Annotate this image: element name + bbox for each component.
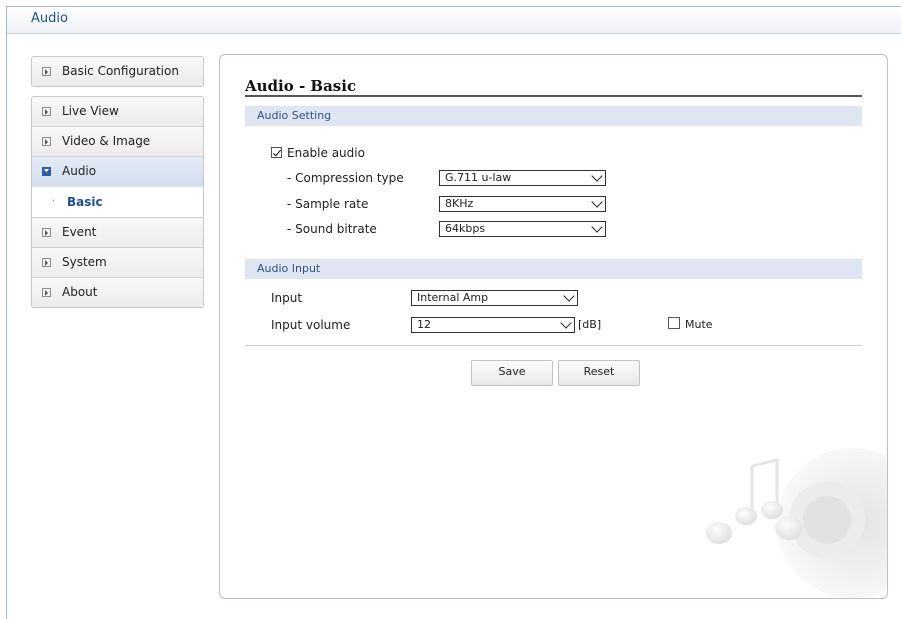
sidebar-item-about[interactable]: About [32, 277, 203, 307]
chevron-down-icon [563, 290, 575, 302]
page-title: Audio - Basic [245, 77, 357, 95]
section-header-audio-input: Audio Input [245, 259, 862, 279]
input-volume-label: Input volume [271, 318, 351, 332]
expand-icon [42, 137, 51, 146]
sound-bitrate-label: - Sound bitrate [287, 222, 377, 236]
expand-icon [42, 107, 51, 116]
compression-type-select[interactable]: G.711 u-law [439, 170, 606, 186]
audio-watermark-icon [706, 448, 887, 598]
sidebar-item-audio[interactable]: Audio [32, 156, 203, 186]
input-label: Input [271, 291, 303, 305]
chevron-down-icon [591, 170, 603, 182]
sidebar-item-label: Video & Image [62, 134, 151, 148]
sidebar-item-label: System [62, 255, 107, 269]
expand-icon [42, 67, 51, 76]
sample-rate-label: - Sample rate [287, 197, 369, 211]
input-volume-select[interactable]: 12 [411, 317, 575, 333]
nav-group-main: Live View Video & Image Audio · Basic Ev… [31, 96, 204, 308]
sidebar-subitem-basic[interactable]: · Basic [32, 186, 203, 217]
input-select[interactable]: Internal Amp [411, 290, 578, 306]
collapse-icon [42, 167, 51, 176]
content-panel: Audio - Basic Audio Setting Enable audio… [219, 54, 888, 599]
reset-button[interactable]: Reset [558, 360, 640, 386]
sidebar-item-basic-configuration[interactable]: Basic Configuration [32, 57, 203, 86]
enable-audio-checkbox[interactable] [271, 147, 282, 158]
sound-bitrate-select[interactable]: 64kbps [439, 221, 606, 237]
section-header-audio-setting: Audio Setting [245, 106, 862, 126]
enable-audio-label: Enable audio [287, 146, 365, 160]
sidebar-subitem-label: Basic [67, 195, 103, 209]
chevron-down-icon [591, 196, 603, 208]
expand-icon [42, 288, 51, 297]
nav-group-basic-config: Basic Configuration [31, 56, 204, 87]
volume-unit-label: [dB] [578, 318, 602, 331]
sidebar-item-label: Basic Configuration [62, 64, 179, 78]
section-divider [245, 345, 862, 346]
compression-type-value: G.711 u-law [445, 171, 512, 184]
sample-rate-select[interactable]: 8KHz [439, 196, 606, 212]
sidebar-item-label: About [62, 285, 98, 299]
expand-icon [42, 258, 51, 267]
sidebar-item-label: Audio [62, 164, 97, 178]
compression-type-label: - Compression type [287, 171, 404, 185]
title-divider [245, 95, 862, 97]
input-volume-value: 12 [417, 318, 431, 331]
sidebar-item-video-image[interactable]: Video & Image [32, 126, 203, 156]
mute-label: Mute [685, 318, 713, 331]
sidebar-item-label: Live View [62, 104, 119, 118]
sidebar: Basic Configuration Live View Video & Im… [31, 56, 204, 308]
sidebar-item-label: Event [62, 225, 97, 239]
chevron-down-icon [591, 221, 603, 233]
bullet-icon: · [52, 196, 56, 207]
sidebar-item-system[interactable]: System [32, 247, 203, 277]
sample-rate-value: 8KHz [445, 197, 474, 210]
input-value: Internal Amp [417, 291, 489, 304]
window-title: Audio [31, 11, 68, 26]
mute-checkbox[interactable] [668, 317, 680, 329]
chevron-down-icon [560, 317, 572, 329]
sound-bitrate-value: 64kbps [445, 222, 486, 235]
sidebar-item-event[interactable]: Event [32, 217, 203, 247]
expand-icon [42, 228, 51, 237]
save-button[interactable]: Save [471, 360, 553, 386]
sidebar-item-live-view[interactable]: Live View [32, 97, 203, 126]
title-bar: Audio [7, 7, 901, 34]
